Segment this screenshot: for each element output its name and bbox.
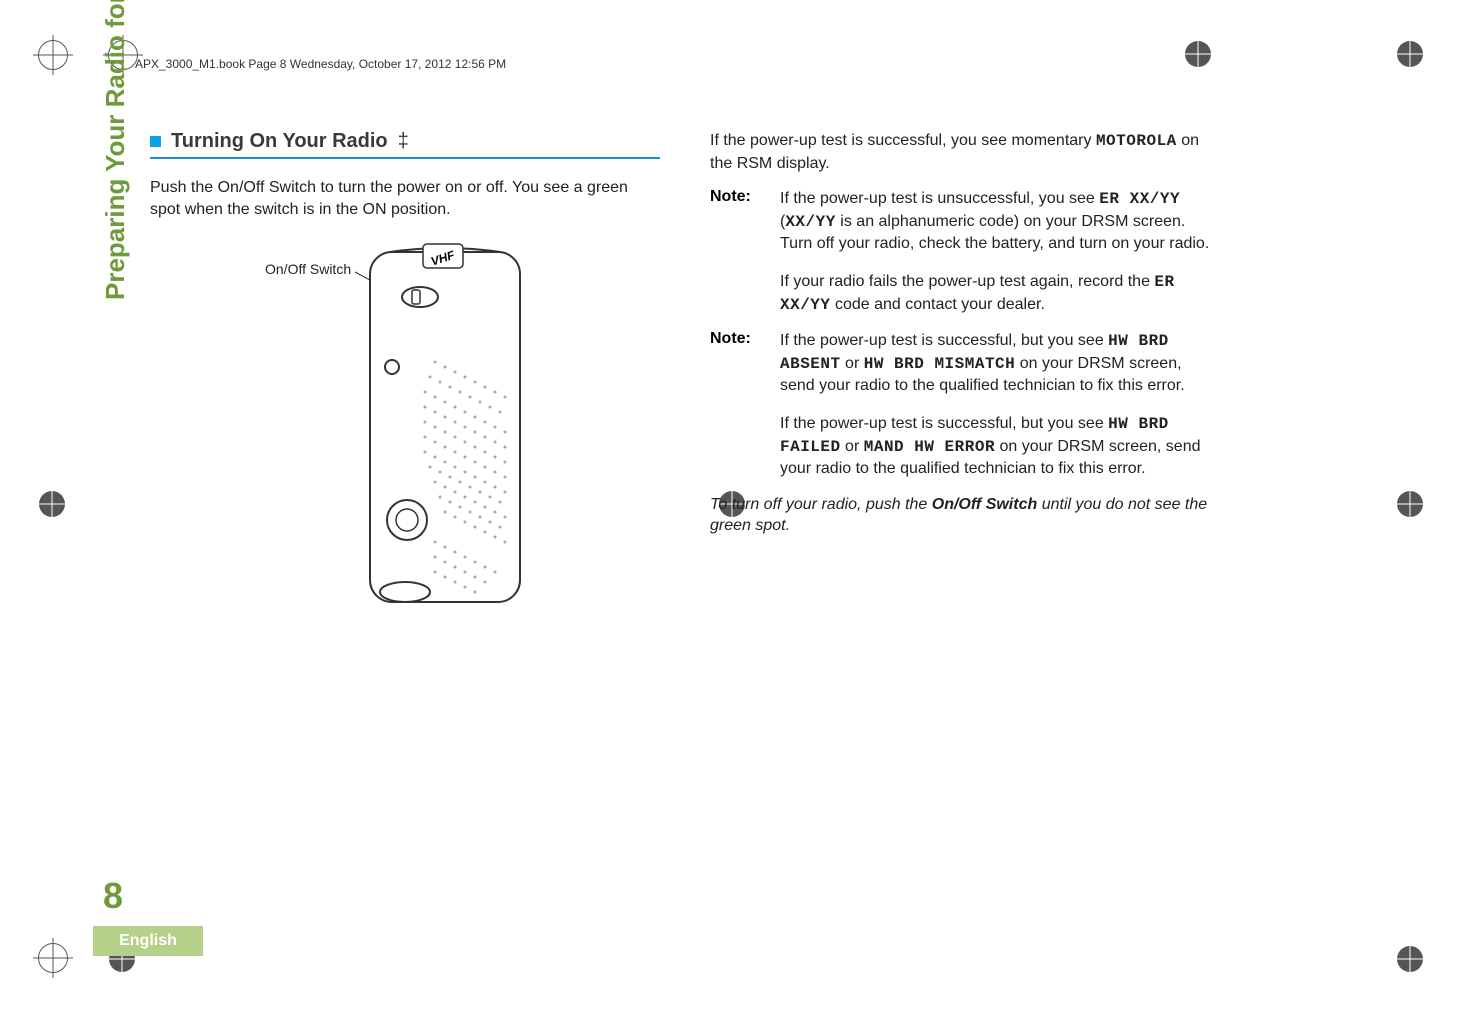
right-column: If the power-up test is successful, you … xyxy=(710,130,1220,612)
note2-p2a: If the power-up test is successful, but … xyxy=(780,415,1108,432)
note-body: If the power-up test is unsuccessful, yo… xyxy=(780,188,1220,316)
turn-off-paragraph: To turn off your radio, push the On/Off … xyxy=(710,494,1220,537)
note2-p1a: If the power-up test is successful, but … xyxy=(780,332,1108,349)
note1-p1c: is an alphanumeric code) on your DRSM sc… xyxy=(780,213,1209,253)
crop-mark-icon xyxy=(1396,490,1424,518)
display-code-hwbrd-mismatch: HW BRD MISMATCH xyxy=(864,355,1016,373)
note-body: If the power-up test is successful, but … xyxy=(780,330,1220,480)
device-figure: On/Off Switch VHF xyxy=(150,242,660,612)
display-code-mand-hw-error: MAND HW ERROR xyxy=(864,438,995,456)
section-heading: Turning On Your Radio xyxy=(171,130,388,153)
crop-mark-icon xyxy=(1396,945,1424,973)
note1-p2b: code and contact your dealer. xyxy=(831,296,1045,313)
content-area: Turning On Your Radio ‡ Push the On/Off … xyxy=(150,130,1250,612)
heading-row: Turning On Your Radio ‡ xyxy=(150,130,660,153)
crop-mark-icon xyxy=(1184,40,1212,68)
crop-mark-icon xyxy=(38,40,68,70)
success-paragraph: If the power-up test is successful, you … xyxy=(710,130,1220,174)
note-label: Note: xyxy=(710,188,766,316)
display-code-xxyy: XX/YY xyxy=(785,213,836,231)
book-header: APX_3000_M1.book Page 8 Wednesday, Octob… xyxy=(135,57,506,71)
crop-mark-icon xyxy=(38,490,66,518)
note-label: Note: xyxy=(710,330,766,480)
square-bullet-icon xyxy=(150,136,161,147)
section-side-label: Preparing Your Radio for Use xyxy=(100,0,131,300)
note-2: Note: If the power-up test is successful… xyxy=(710,330,1220,480)
note2-p2b: or xyxy=(841,438,864,455)
note1-p2a: If your radio fails the power-up test ag… xyxy=(780,273,1154,290)
dagger-mark-icon: ‡ xyxy=(398,130,409,153)
crop-mark-icon xyxy=(1396,40,1424,68)
language-badge: English xyxy=(93,926,203,956)
note-1: Note: If the power-up test is unsuccessf… xyxy=(710,188,1220,316)
heading-rule xyxy=(150,157,660,159)
display-code-motorola: MOTOROLA xyxy=(1096,132,1177,150)
page-number: 8 xyxy=(103,875,123,917)
note2-p1b: or xyxy=(841,355,864,372)
switch-label: On/Off Switch xyxy=(265,261,351,277)
turnoff-a: To turn off your radio, push the xyxy=(710,496,932,513)
display-code-erxxyy: ER XX/YY xyxy=(1099,190,1180,208)
left-column: Turning On Your Radio ‡ Push the On/Off … xyxy=(150,130,660,612)
turnoff-bold: On/Off Switch xyxy=(932,496,1037,513)
intro-paragraph: Push the On/Off Switch to turn the power… xyxy=(150,177,660,220)
success-prefix: If the power-up test is successful, you … xyxy=(710,132,1096,149)
radio-device-icon: On/Off Switch VHF xyxy=(255,242,555,612)
crop-mark-icon xyxy=(38,943,68,973)
note1-p1a: If the power-up test is unsuccessful, yo… xyxy=(780,190,1099,207)
